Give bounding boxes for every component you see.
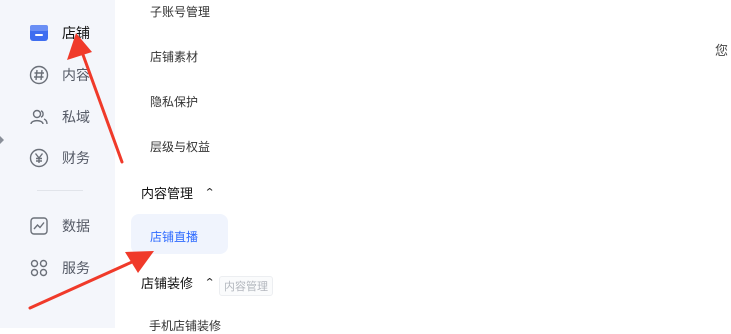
group-content-management[interactable]: 内容管理 ⌃ — [141, 183, 216, 202]
sidebar-item-data[interactable]: 数据 — [28, 214, 90, 238]
submenu-item-store-materials[interactable]: 店铺素材 — [150, 48, 198, 65]
tooltip-ghost: 内容管理 — [219, 276, 273, 296]
sidebar-item-content[interactable]: 内容 — [28, 63, 90, 87]
grid-icon — [28, 257, 50, 279]
submenu-item-level-rights[interactable]: 层级与权益 — [150, 138, 210, 155]
sidebar-item-store[interactable]: 店铺 — [28, 21, 90, 45]
main-sidebar: 店铺 内容 私域 财务 数据 服务 — [0, 0, 115, 328]
submenu-item-privacy[interactable]: 隐私保护 — [150, 93, 198, 110]
group-title-label: 内容管理 — [141, 187, 194, 202]
sidebar-item-label: 服务 — [62, 261, 90, 277]
chevron-up-icon: ⌃ — [204, 186, 216, 199]
sidebar-item-finance[interactable]: 财务 — [28, 146, 90, 170]
submenu-item-mobile-decoration[interactable]: 手机店铺装修 — [149, 317, 221, 334]
submenu-item-store-live[interactable]: 店铺直播 — [150, 228, 198, 245]
main-partial-text: 您 — [715, 44, 729, 59]
sidebar-item-label: 财务 — [62, 151, 90, 167]
group-title-label: 店铺装修 — [141, 277, 194, 292]
hashtag-icon — [28, 64, 50, 86]
sidebar-item-label: 私域 — [62, 110, 90, 126]
chart-icon — [28, 215, 50, 237]
users-icon — [28, 106, 50, 128]
chevron-up-icon: ⌃ — [204, 276, 216, 289]
store-icon — [28, 22, 50, 44]
yuan-icon — [28, 147, 50, 169]
sidebar-item-private-domain[interactable]: 私域 — [28, 105, 90, 129]
sidebar-divider — [37, 190, 83, 191]
sidebar-item-label: 数据 — [62, 219, 90, 235]
sidebar-item-label: 内容 — [62, 68, 90, 84]
sidebar-item-service[interactable]: 服务 — [28, 256, 90, 280]
submenu-item-sub-accounts[interactable]: 子账号管理 — [150, 3, 210, 20]
sidebar-item-label: 店铺 — [62, 26, 90, 42]
collapse-handle-icon[interactable] — [0, 136, 4, 144]
group-store-decoration[interactable]: 店铺装修 ⌃ — [141, 273, 216, 292]
